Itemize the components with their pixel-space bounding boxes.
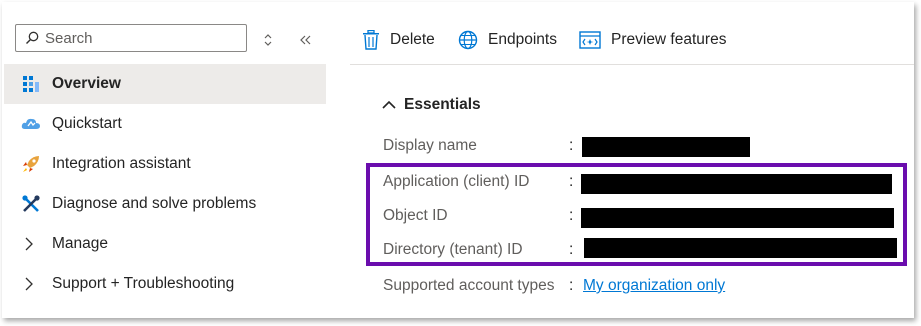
property-colon: : <box>569 173 574 190</box>
sidebar-item-label: Support + Troubleshooting <box>52 275 235 292</box>
property-colon: : <box>569 137 574 154</box>
endpoints-button[interactable]: Endpoints <box>458 26 557 54</box>
object-id-label: Object ID <box>383 207 448 224</box>
sort-toggle-icon[interactable] <box>260 32 276 48</box>
sidebar-item-integration-assistant[interactable]: Integration assistant <box>4 144 326 184</box>
application-id-label: Application (client) ID <box>383 173 530 190</box>
search-icon <box>26 31 39 44</box>
chevron-right-icon <box>25 237 37 251</box>
sidebar-item-label: Manage <box>52 235 109 252</box>
supported-account-types-link[interactable]: My organization only <box>583 277 725 295</box>
sidebar-item-label: Diagnose and solve problems <box>52 195 257 212</box>
wrench-icon <box>20 193 42 215</box>
sidebar-item-quickstart[interactable]: Quickstart <box>4 104 326 144</box>
property-colon: : <box>569 277 574 294</box>
sidebar-item-diagnose[interactable]: Diagnose and solve problems <box>4 184 326 224</box>
rocket-icon <box>20 153 42 175</box>
essentials-toggle[interactable]: Essentials <box>382 96 481 114</box>
search-box[interactable] <box>15 24 247 52</box>
preview-features-button[interactable]: Preview features <box>579 26 726 54</box>
supported-account-types-label: Supported account types <box>383 277 555 294</box>
display-name-value-redacted <box>582 137 750 157</box>
delete-button[interactable]: Delete <box>362 26 435 54</box>
property-colon: : <box>569 241 574 258</box>
command-bar: Delete Endpoints Preview features <box>350 2 914 65</box>
search-input[interactable] <box>45 29 235 47</box>
application-id-value-redacted <box>581 174 892 194</box>
directory-id-value-redacted <box>584 238 897 258</box>
sidebar-item-support[interactable]: Support + Troubleshooting <box>4 264 326 304</box>
trash-icon <box>363 30 379 50</box>
overview-grid-icon <box>20 73 42 95</box>
app-window: Overview Quickstart Integ <box>2 2 914 318</box>
property-colon: : <box>569 207 574 224</box>
display-name-label: Display name <box>383 137 477 154</box>
chevron-up-icon <box>382 100 396 109</box>
collapse-sidebar-icon[interactable] <box>297 32 313 48</box>
main-panel: Delete Endpoints Preview features Essent… <box>350 2 914 318</box>
sidebar-item-label: Overview <box>52 75 121 92</box>
sidebar-item-label: Quickstart <box>52 115 122 132</box>
sidebar-item-overview[interactable]: Overview <box>4 64 326 104</box>
chevron-right-icon <box>25 277 37 291</box>
sidebar-item-label: Integration assistant <box>52 155 191 172</box>
preview-features-icon <box>579 31 601 49</box>
object-id-value-redacted <box>581 208 894 228</box>
globe-icon <box>458 30 478 50</box>
essentials-title: Essentials <box>404 96 481 113</box>
directory-id-label: Directory (tenant) ID <box>383 241 523 258</box>
sidebar-item-manage[interactable]: Manage <box>4 224 326 264</box>
preview-features-label: Preview features <box>611 31 727 48</box>
sidebar: Overview Quickstart Integ <box>2 2 328 318</box>
endpoints-label: Endpoints <box>488 31 557 48</box>
quickstart-cloud-icon <box>20 113 42 135</box>
delete-label: Delete <box>390 31 435 48</box>
